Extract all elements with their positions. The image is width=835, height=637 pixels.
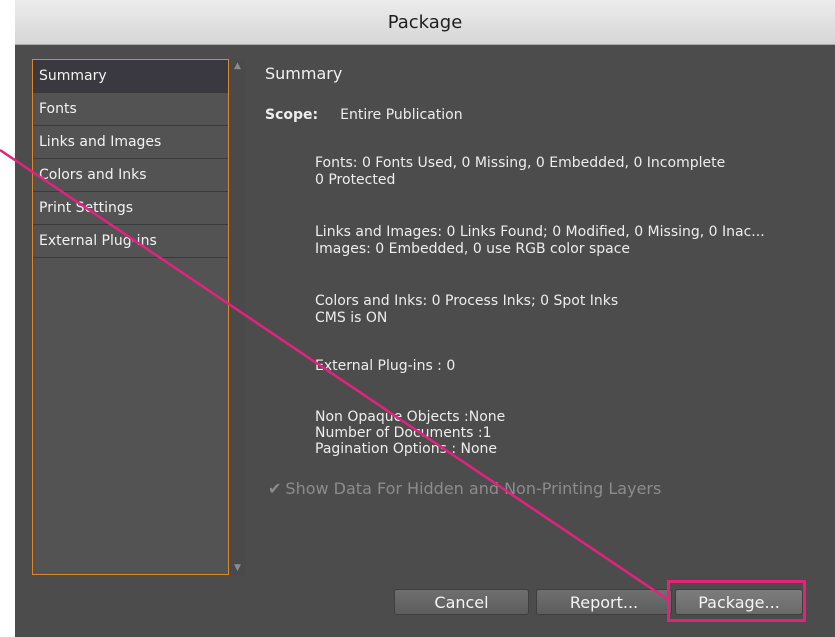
annotation-arrow — [0, 148, 671, 603]
annotation-line — [0, 148, 671, 603]
